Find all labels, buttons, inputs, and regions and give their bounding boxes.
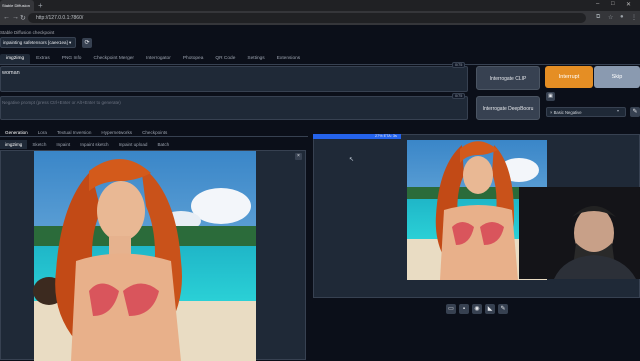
reload-icon[interactable]: ↻ xyxy=(20,14,26,22)
skip-button[interactable]: Skip xyxy=(594,66,640,88)
mouse-cursor-icon: ↖ xyxy=(349,157,355,163)
maximize-button[interactable]: □ xyxy=(611,1,615,7)
zip-icon[interactable]: ◉ xyxy=(472,304,482,314)
refresh-icon[interactable]: ⟳ xyxy=(82,38,92,48)
folder-icon[interactable]: ▭ xyxy=(446,304,456,314)
tab-extras[interactable]: Extras xyxy=(30,54,56,64)
tab-photopea[interactable]: Photopea xyxy=(177,54,210,64)
tab-checkpoint-merger[interactable]: Checkpoint Merger xyxy=(87,54,140,64)
browser-tab[interactable]: Stable Diffusion xyxy=(0,0,34,11)
tab-qr-code[interactable]: QR Code xyxy=(209,54,241,64)
tab-interrogator[interactable]: Interrogator xyxy=(140,54,177,64)
tab-batch[interactable]: Batch xyxy=(152,140,174,149)
close-window-button[interactable]: ✕ xyxy=(626,1,631,8)
menu-icon[interactable]: ⋮ xyxy=(631,14,637,21)
prompt-input[interactable] xyxy=(0,66,468,92)
address-bar-url: http://127.0.0.1:7860/ xyxy=(36,15,84,21)
new-tab-button[interactable]: + xyxy=(38,1,43,10)
interrupt-button[interactable]: Interrupt xyxy=(545,66,593,88)
input-image-panel[interactable]: × xyxy=(0,150,306,361)
send-to-inpaint-icon[interactable]: ✎ xyxy=(498,304,508,314)
prompt-text: woman xyxy=(2,70,20,76)
tab-settings[interactable]: Settings xyxy=(241,54,270,64)
address-bar[interactable] xyxy=(28,13,586,23)
interrogate-clip-button[interactable]: Interrogate CLIP xyxy=(476,66,540,90)
tab-inpaint-sketch[interactable]: Inpaint sketch xyxy=(75,140,113,149)
styles-select[interactable]: × Basic Negative xyxy=(546,107,626,117)
clear-image-icon[interactable]: × xyxy=(295,153,302,160)
tab-img2img[interactable]: img2img xyxy=(0,54,31,64)
tab-png-info[interactable]: PNG Info xyxy=(56,54,88,64)
forward-icon[interactable]: → xyxy=(12,14,19,21)
img2img-mode-tabs: img2img Sketch Inpaint Inpaint sketch In… xyxy=(0,140,174,149)
input-image xyxy=(33,151,256,361)
bookmark-icon[interactable]: ☆ xyxy=(608,14,613,21)
browser-tab-strip xyxy=(0,0,640,11)
tab-inpaint[interactable]: Inpaint xyxy=(51,140,75,149)
send-to-img2img-icon[interactable]: ◣ xyxy=(485,304,495,314)
tab-img2img-mode[interactable]: img2img xyxy=(0,140,28,149)
open-extra-networks-icon[interactable]: ▣ xyxy=(546,92,555,101)
checkpoint-value: inpainting safetensors [caee1ea] xyxy=(3,40,68,45)
tab-sketch[interactable]: Sketch xyxy=(27,140,51,149)
checkpoint-label: Stable Diffusion checkpoint xyxy=(0,30,55,35)
progress-text: 27% ETA: 3s xyxy=(375,134,397,138)
styles-dropdown-icon[interactable]: ▾ xyxy=(617,108,619,113)
browser-tab-title: Stable Diffusion xyxy=(2,3,30,8)
back-icon[interactable]: ← xyxy=(3,14,10,21)
save-icon[interactable]: ▪ xyxy=(459,304,469,314)
apply-style-icon[interactable]: ✎ xyxy=(630,107,640,117)
tab-extensions[interactable]: Extensions xyxy=(271,54,306,64)
output-gallery-panel xyxy=(313,134,640,298)
main-tabs: img2img Extras PNG Info Checkpoint Merge… xyxy=(0,54,306,64)
extensions-icon[interactable]: ⧉ xyxy=(596,14,600,21)
minimize-button[interactable]: – xyxy=(596,1,599,7)
prompt-token-counter: 0/75 xyxy=(452,62,466,68)
tabs-divider xyxy=(0,64,640,65)
interrogate-deepbooru-button[interactable]: Interrogate DeepBooru xyxy=(476,96,540,120)
output-image[interactable] xyxy=(314,135,640,299)
profile-icon[interactable]: ● xyxy=(620,14,624,20)
style-value: Basic Negative xyxy=(553,110,582,115)
checkpoint-select[interactable]: inpainting safetensors [caee1ea] ▾ xyxy=(0,37,76,48)
tab-inpaint-upload[interactable]: Inpaint upload xyxy=(114,140,153,149)
negative-prompt-placeholder: Negative prompt (press Ctrl+Enter or Alt… xyxy=(2,100,121,105)
extra-tabs-divider xyxy=(0,136,308,137)
negative-prompt-token-counter: 0/75 xyxy=(452,93,466,99)
